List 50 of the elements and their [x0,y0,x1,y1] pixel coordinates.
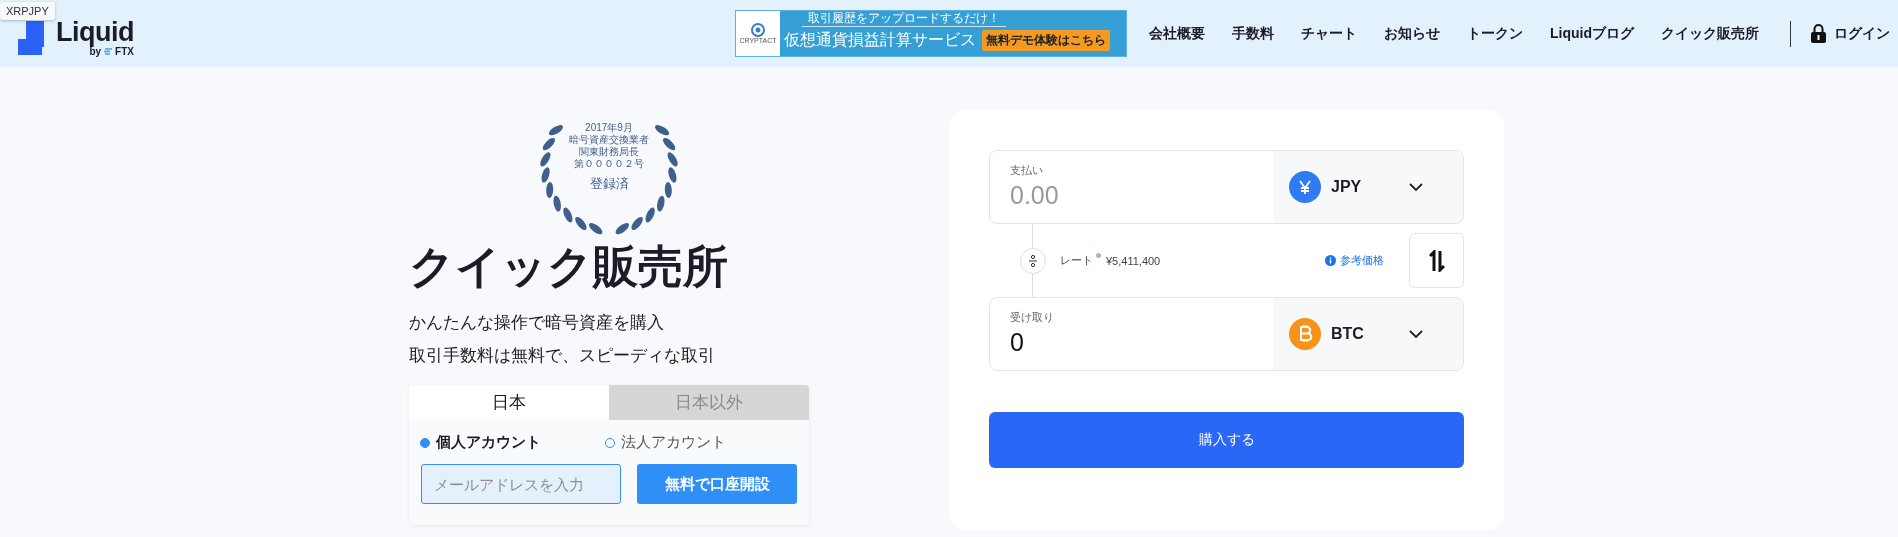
nav-link[interactable]: 会社概要 [1149,24,1205,43]
badge-text: 第００００２号 [574,158,644,170]
rate-label: レート [1060,253,1093,268]
ticker-tooltip: XRPJPY [0,2,55,20]
account-radio[interactable]: 個人アカウント [420,433,605,452]
subtitle: 取引手数料は無料で、スピーディな取引 [409,345,716,367]
receive-label: 受け取り [1010,310,1055,325]
nav-link[interactable]: Liquidブログ [1550,24,1634,43]
nav-link[interactable]: 手数料 [1232,24,1274,43]
badge-text: 暗号資産交換業者 [569,134,649,146]
currency-select[interactable]: BTC [1273,298,1463,370]
badge-text: 2017年9月 [585,122,633,134]
page-title: クイック販売所 [409,240,729,294]
chevron-down-icon[interactable] [1409,183,1423,191]
stripes-icon [104,48,113,55]
receive-amount-input[interactable]: 0 [1010,328,1210,357]
subtitle: かんたんな操作で暗号資産を購入 [409,312,665,334]
rate-value: ¥5,411,400 [1106,254,1161,267]
swap-button[interactable] [1409,233,1464,288]
info-icon [1325,255,1336,266]
info-dot-icon [1096,253,1101,258]
radio-dot-icon[interactable] [420,437,430,448]
currency-select[interactable]: JPY [1273,151,1463,223]
account-radio[interactable]: 法人アカウント [605,433,790,452]
badge-text: 関東財務局長 [579,146,639,158]
ad-cta-button[interactable]: 無料デモ体験はこちら [982,29,1110,51]
pay-label: 支払い [1010,163,1044,178]
login-link[interactable]: ログイン [1811,24,1890,43]
email-field[interactable]: メールアドレスを入力 [421,464,621,504]
receive-field[interactable]: 受け取り 0 BTC [989,297,1464,371]
nav-link[interactable]: チャート [1301,24,1357,43]
bitcoin-coin-icon [1289,318,1321,350]
nav-link[interactable]: クイック販売所 [1661,24,1759,43]
lock-icon [1811,24,1826,43]
spiral-icon [751,23,765,37]
chevron-down-icon[interactable] [1409,330,1423,338]
reference-price-link[interactable]: 参考価格 [1325,253,1384,268]
partner-logo-text: FTX [115,46,134,57]
region-tab[interactable]: 日本 [409,385,609,420]
pay-field[interactable]: 支払い 0.00 JPY [989,150,1464,224]
ad-headline: 仮想通貨損益計算サービス [784,30,976,50]
ad-tagline: 取引履歴をアップロードするだけ！ [802,11,1006,27]
swap-icon [1428,249,1445,272]
badge-status: 登録済 [589,175,629,193]
nav-link[interactable]: トークン [1467,24,1523,43]
pay-amount-input[interactable]: 0.00 [1010,181,1210,210]
buy-button[interactable]: 購入する [989,412,1464,468]
yen-coin-icon [1289,171,1321,203]
logo-icon [18,20,46,55]
nav-link[interactable]: お知らせ [1384,24,1440,43]
